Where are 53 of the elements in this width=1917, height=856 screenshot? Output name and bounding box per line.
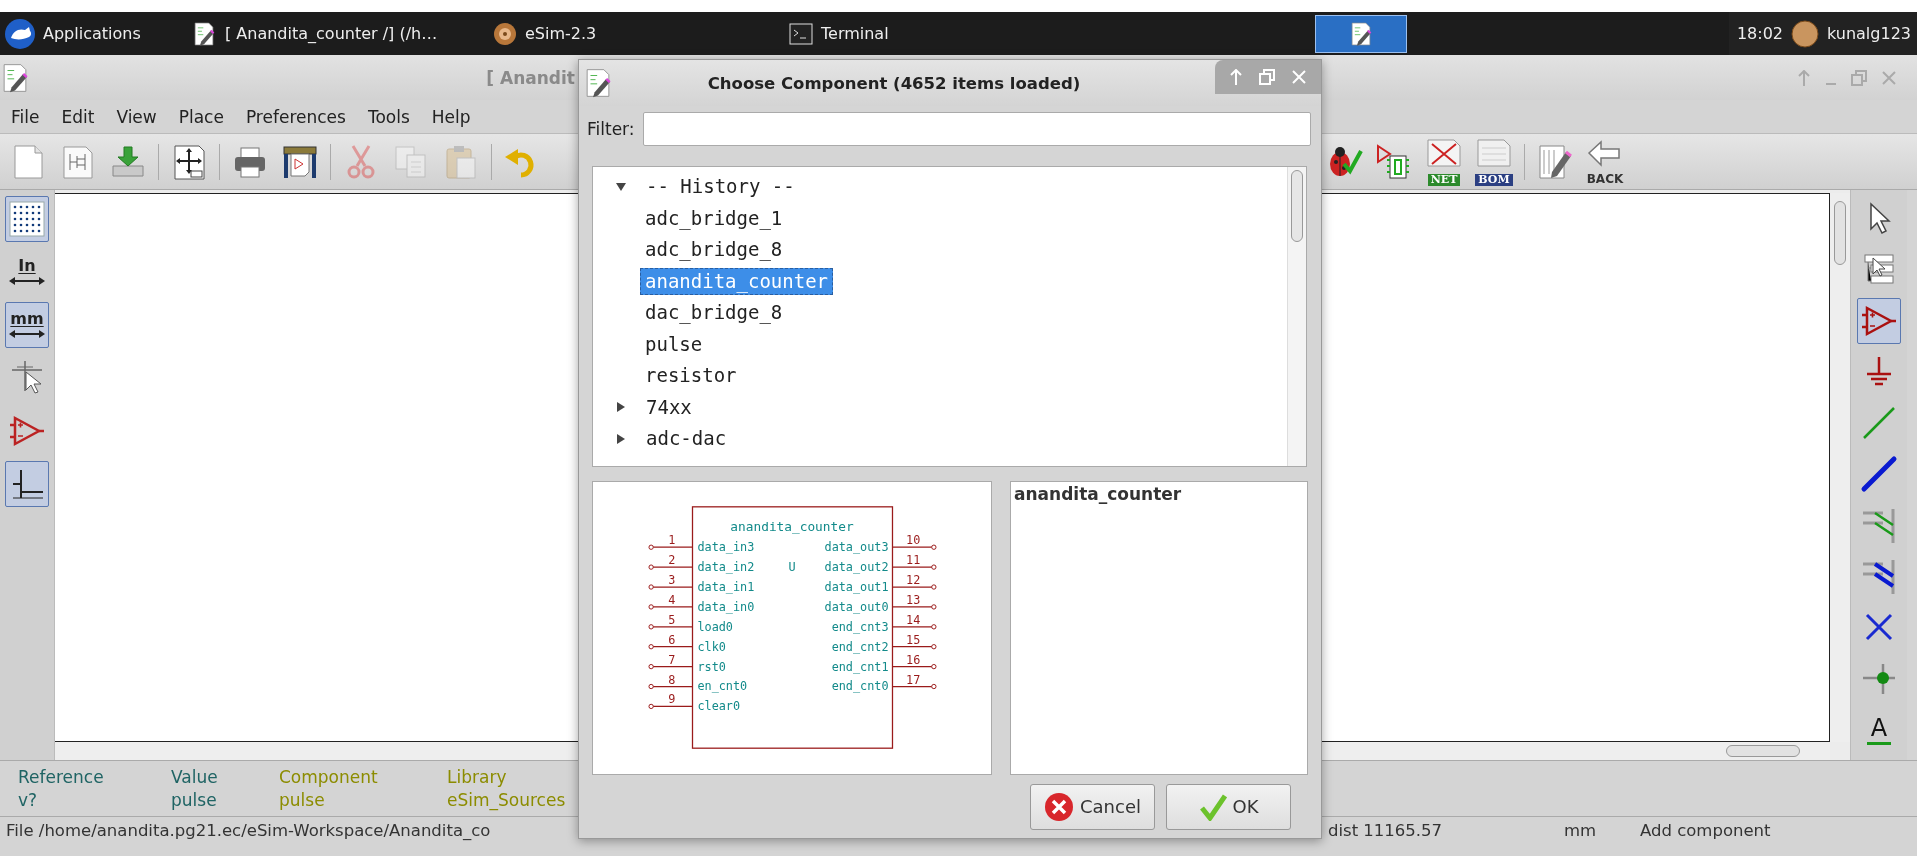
pin-number: 15 bbox=[906, 632, 921, 647]
pin-number: 16 bbox=[906, 652, 921, 667]
pin-number: 5 bbox=[668, 612, 676, 627]
window-title: [ Anandit bbox=[485, 67, 575, 88]
field-label: Value bbox=[171, 765, 219, 789]
pin-number: 17 bbox=[906, 672, 921, 687]
dialog-title: Choose Component (4652 items loaded) bbox=[706, 73, 1082, 93]
status-mode: Add component bbox=[1639, 821, 1771, 840]
pin-number: 10 bbox=[906, 533, 921, 548]
symbol-name: anandita_counter bbox=[730, 519, 854, 535]
reference-designator: U bbox=[788, 560, 796, 575]
pin-number: 14 bbox=[906, 612, 921, 627]
pin-name: data_in2 bbox=[697, 560, 755, 575]
pin-name: end_cnt0 bbox=[831, 679, 889, 694]
pin-name: data_out1 bbox=[824, 579, 889, 594]
pin-number: 13 bbox=[906, 592, 921, 607]
pin-number: 11 bbox=[906, 553, 921, 568]
pin-number: 3 bbox=[668, 573, 676, 588]
component-name: anandita_counter bbox=[1014, 484, 1182, 504]
pin-name: data_out2 bbox=[824, 560, 889, 575]
status-file-path: File /home/anandita.pg21.ec/eSim-Workspace/Anandita_co bbox=[5, 821, 492, 840]
filter-label: Filter: bbox=[587, 119, 635, 139]
pin-name: data_out0 bbox=[824, 599, 889, 614]
pin-name: end_cnt1 bbox=[831, 659, 889, 674]
field-label: Reference bbox=[18, 765, 105, 789]
pin-name: clk0 bbox=[697, 639, 726, 654]
status-units: mm bbox=[1563, 821, 1598, 840]
pin-number: 6 bbox=[668, 632, 676, 647]
field-value: eSim_Sources bbox=[447, 788, 567, 812]
pin-name: en_cnt0 bbox=[697, 679, 748, 694]
pin-name: clear0 bbox=[697, 699, 741, 714]
pin-name: end_cnt2 bbox=[831, 639, 889, 654]
field-value: pulse bbox=[171, 788, 218, 812]
pin-name: data_in1 bbox=[697, 579, 755, 594]
field-value: v? bbox=[18, 788, 39, 812]
pin-name: load0 bbox=[697, 619, 733, 634]
status-distance: dist 11165.57 bbox=[1327, 821, 1444, 840]
pin-number: 2 bbox=[668, 553, 676, 568]
pin-number: 9 bbox=[668, 692, 676, 707]
pin-name: rst0 bbox=[697, 659, 726, 674]
pin-number: 12 bbox=[906, 573, 921, 588]
pin-number: 7 bbox=[668, 652, 676, 667]
pin-number: 8 bbox=[668, 672, 676, 687]
pin-name: end_cnt3 bbox=[831, 619, 889, 634]
pin-number: 4 bbox=[668, 592, 676, 607]
field-value: pulse bbox=[279, 788, 326, 812]
pin-number: 1 bbox=[668, 533, 676, 548]
field-label: Library bbox=[447, 765, 508, 789]
clock: 18:02 bbox=[1736, 24, 1783, 43]
pin-name: data_in3 bbox=[697, 540, 755, 555]
pin-name: data_in0 bbox=[697, 599, 755, 614]
field-label: Component bbox=[279, 765, 379, 789]
pin-name: data_out3 bbox=[824, 540, 889, 555]
